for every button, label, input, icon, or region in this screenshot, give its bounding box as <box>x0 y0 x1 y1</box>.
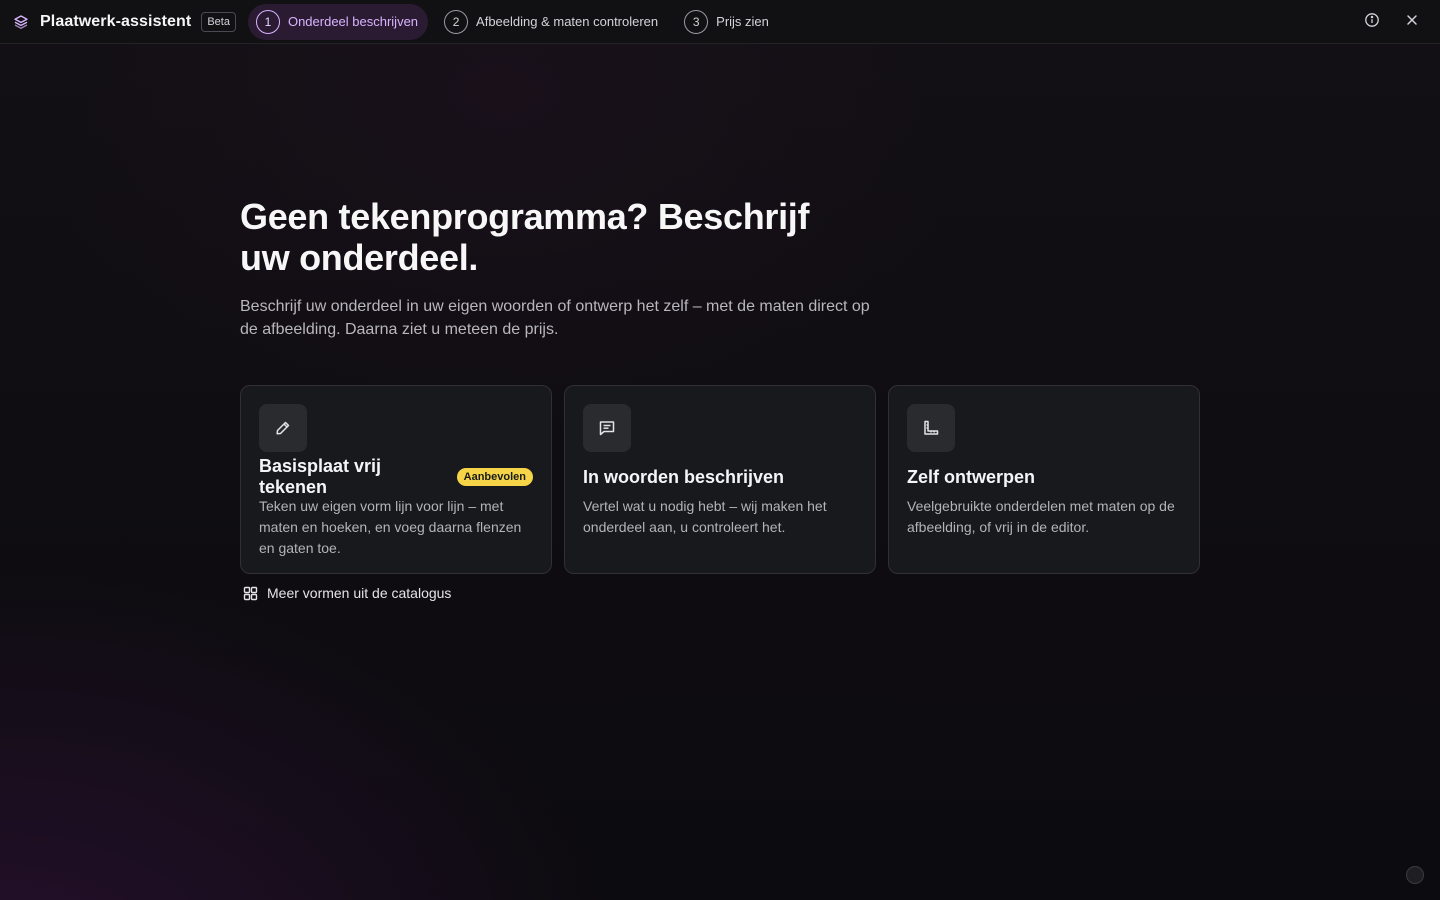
info-button[interactable] <box>1358 8 1386 36</box>
info-icon <box>1364 12 1380 33</box>
stepper: 1 Onderdeel beschrijven 2 Afbeelding & m… <box>247 3 787 40</box>
brand: Plaatwerk-assistent Beta <box>12 11 236 32</box>
top-actions <box>1346 0 1426 44</box>
step-describe[interactable]: 1 Onderdeel beschrijven <box>247 3 429 40</box>
card-title: Basisplaat vrij tekenen <box>259 456 382 497</box>
ruler-icon <box>907 404 955 452</box>
recommended-badge: Aanbevolen <box>456 468 533 486</box>
card-description: Vertel wat u nodig hebt – wij maken het … <box>583 498 827 535</box>
card-describe-in-words[interactable]: In woorden beschrijven Vertel wat u nodi… <box>564 385 876 574</box>
catalog-link[interactable]: Meer vormen uit de catalogus <box>242 585 451 601</box>
card-design-yourself[interactable]: Zelf ontwerpen Veelgebruikte onderdelen … <box>888 385 1200 574</box>
grid-icon <box>242 585 258 601</box>
step-number: 1 <box>255 9 280 34</box>
step-check-image[interactable]: 2 Afbeelding & maten controleren <box>436 4 668 40</box>
message-icon <box>583 404 631 452</box>
card-draw-base-plate[interactable]: Basisplaat vrij tekenen Aanbevolen Teken… <box>240 385 552 574</box>
step-price[interactable]: 3 Prijs zien <box>676 4 779 40</box>
beta-badge: Beta <box>201 11 236 32</box>
layers-icon <box>12 13 30 31</box>
catalog-label: Meer vormen uit de catalogus <box>267 585 452 601</box>
card-title: Zelf ontwerpen <box>907 466 1036 487</box>
close-button[interactable] <box>1398 8 1426 36</box>
option-cards: Basisplaat vrij tekenen Aanbevolen Teken… <box>240 385 1200 574</box>
help-bubble[interactable] <box>1406 866 1424 884</box>
close-icon <box>1405 13 1419 32</box>
top-bar: Plaatwerk-assistent Beta 1 Onderdeel bes… <box>0 0 1440 44</box>
pencil-icon <box>259 404 307 452</box>
page-subtitle: Beschrijf uw onderdeel in uw eigen woord… <box>240 298 870 338</box>
app-title: Plaatwerk-assistent <box>40 12 192 30</box>
step-label: Prijs zien <box>716 14 769 29</box>
card-description: Veelgebruikte onderdelen met maten op de… <box>907 498 1175 535</box>
step-number: 2 <box>444 9 469 34</box>
card-title: In woorden beschrijven <box>583 466 785 487</box>
card-description: Teken uw eigen vorm lijn voor lijn – met… <box>259 498 522 556</box>
step-label: Afbeelding & maten controleren <box>476 14 659 29</box>
step-label: Onderdeel beschrijven <box>287 14 419 29</box>
page-title: Geen tekenprogramma? Beschrijf uw onderd… <box>240 196 810 278</box>
step-number: 3 <box>684 9 709 34</box>
